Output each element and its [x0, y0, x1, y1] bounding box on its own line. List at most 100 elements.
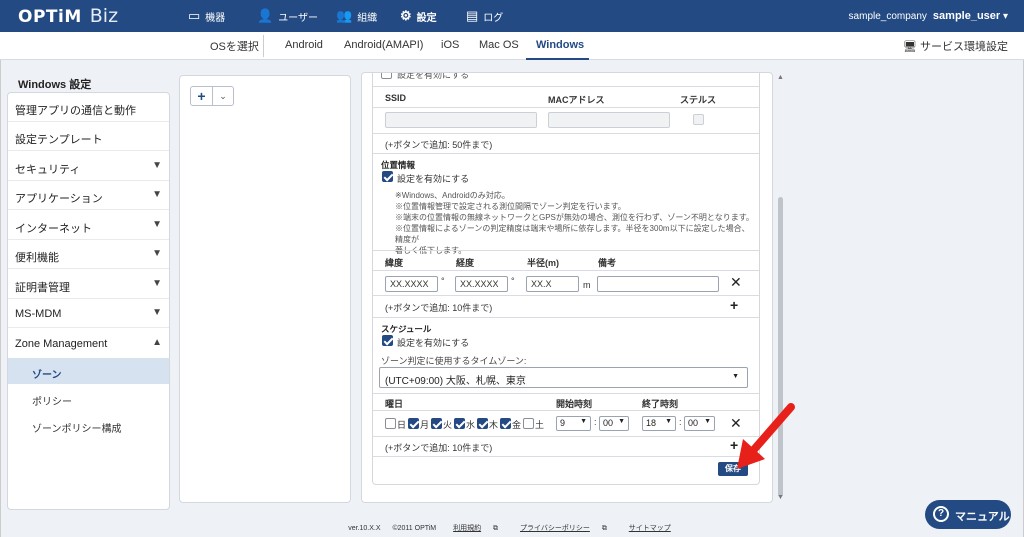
sidebar-subitem-zone-policy[interactable]: ゾーンポリシー構成 [8, 412, 169, 438]
latitude-header: 緯度 [385, 258, 404, 268]
schedule-section-title: スケジュール [381, 324, 432, 334]
os-tab-bar: OSを選択 Android Android(AMAPI) iOS Mac OS … [0, 32, 1024, 60]
user-icon: 👤 [257, 8, 274, 23]
sidebar-item-internet[interactable]: インターネット ▼ [8, 211, 169, 240]
day-friday-checkbox[interactable] [500, 418, 511, 429]
chevron-down-icon: ▼ [152, 160, 162, 171]
sidebar-item-ms-mdm[interactable]: MS-MDM ▼ [8, 299, 169, 328]
sidebar-item-template[interactable]: 設定テンプレート [8, 122, 169, 151]
timezone-select[interactable]: (UTC+09:00) 大阪、札幌、東京 ▼ [379, 367, 748, 388]
close-icon[interactable]: ✕ [730, 274, 742, 291]
latitude-input[interactable]: XX.XXXX [385, 276, 438, 292]
tab-windows[interactable]: Windows [536, 39, 584, 51]
sidebar-item-security[interactable]: セキュリティ ▼ [8, 152, 169, 181]
stealth-header: ステルス [680, 95, 717, 105]
radius-input[interactable]: XX.X [526, 276, 579, 292]
scroll-up-arrow-icon[interactable]: ▲ [777, 74, 784, 81]
divider [373, 270, 759, 271]
help-icon: ? [933, 506, 949, 522]
start-minute-select[interactable]: 00 ▼ [599, 416, 629, 431]
divider [373, 393, 759, 394]
scroll-down-arrow-icon[interactable]: ▼ [777, 494, 784, 501]
footer-terms-link[interactable]: 利用規約 ⧉ [448, 525, 503, 532]
device-icon: ▭ [188, 8, 201, 23]
nav-logs[interactable]: ▤ ログ [466, 0, 503, 32]
log-icon: ▤ [466, 8, 479, 23]
chevron-down-icon: ▼ [580, 418, 587, 425]
start-hour-select[interactable]: 9 ▼ [556, 416, 591, 431]
sidebar-title: Windows 設定 [18, 79, 92, 91]
divider [373, 436, 759, 437]
chevron-down-icon: ▼ [665, 418, 672, 425]
day-thursday-checkbox[interactable] [477, 418, 488, 429]
nav-users[interactable]: 👤 ユーザー [257, 0, 318, 32]
day-tuesday-checkbox[interactable] [431, 418, 442, 429]
chevron-down-icon: ▼ [152, 307, 162, 318]
end-minute-select[interactable]: 00 ▼ [684, 416, 715, 431]
sidebar-subitem-policy[interactable]: ポリシー [8, 385, 169, 411]
mac-header: MACアドレス [548, 95, 605, 105]
footer-privacy-link[interactable]: プライバシーポリシー ⧉ [515, 525, 612, 532]
day-saturday-checkbox[interactable] [523, 418, 534, 429]
tab-ios[interactable]: iOS [441, 39, 459, 51]
longitude-header: 経度 [456, 258, 475, 268]
divider [373, 295, 759, 296]
sidebar-item-zone-management[interactable]: Zone Management ▲ [8, 329, 169, 358]
monitor-icon: 🖥 [902, 41, 917, 53]
start-time-header: 開始時刻 [556, 399, 593, 409]
organization-icon: 👥 [336, 8, 353, 23]
day-monday-checkbox[interactable] [408, 418, 419, 429]
chevron-down-icon: ▼ [152, 248, 162, 259]
ssid-input[interactable] [385, 112, 537, 128]
chevron-down-icon: ▼ [152, 278, 162, 289]
remarks-input[interactable] [597, 276, 719, 292]
ssid-header: SSID [385, 93, 407, 103]
location-notes: ※Windows、Androidのみ対応。 ※位置情報管理で設定される測位間隔で… [395, 191, 754, 255]
location-add-hint: (+ボタンで追加: 10件まで) [385, 303, 493, 313]
plus-icon[interactable]: + [191, 87, 213, 105]
sidebar-item-applications[interactable]: アプリケーション ▼ [8, 181, 169, 210]
divider [373, 153, 759, 154]
chevron-down-icon: ▼ [152, 189, 162, 200]
timezone-label: ゾーン判定に使用するタイムゾーン: [381, 356, 527, 366]
tab-macos[interactable]: Mac OS [479, 39, 519, 51]
schedule-add-hint: (+ボタンで追加: 10件まで) [385, 443, 493, 453]
remarks-header: 備考 [598, 258, 617, 268]
service-settings-link[interactable]: 🖥 サービス環境設定 [903, 38, 1008, 54]
stealth-checkbox[interactable] [693, 114, 704, 125]
location-section-title: 位置情報 [381, 160, 416, 170]
ssid-add-hint: (+ボタンで追加: 50件まで) [385, 140, 493, 150]
wifi-enable-checkbox[interactable] [381, 73, 392, 79]
longitude-input[interactable]: XX.XXXX [455, 276, 508, 292]
nav-settings[interactable]: ⚙ 設定 [400, 0, 437, 32]
sidebar-item-communication[interactable]: 管理アプリの通信と動作 [8, 93, 169, 122]
chevron-down-icon: ▼ [732, 373, 739, 380]
gear-icon: ⚙ [400, 8, 412, 23]
radius-header: 半径(m) [527, 258, 559, 268]
divider [373, 410, 759, 411]
chevron-down-icon: ▾ [1002, 11, 1008, 22]
footer-sitemap-link[interactable]: サイトマップ [624, 525, 676, 532]
end-hour-select[interactable]: 18 ▼ [642, 416, 676, 431]
optim-biz-logo[interactable]: OPTiM Biz [18, 5, 118, 27]
nav-devices[interactable]: ▭ 機器 [188, 0, 225, 32]
sidebar-item-certificates[interactable]: 証明書管理 ▼ [8, 270, 169, 299]
tab-android-amapi[interactable]: Android(AMAPI) [344, 39, 423, 51]
tab-android[interactable]: Android [285, 39, 323, 51]
user-menu[interactable]: sample_company sample_user ▾ [849, 10, 1008, 22]
end-time-header: 終了時刻 [642, 399, 679, 409]
location-enable-checkbox[interactable] [382, 171, 393, 182]
add-zone-button[interactable]: + ⌄ [190, 86, 234, 106]
day-sunday-checkbox[interactable] [385, 418, 396, 429]
mac-address-input[interactable] [548, 112, 670, 128]
schedule-enable-checkbox[interactable] [382, 335, 393, 346]
chevron-down-icon[interactable]: ⌄ [213, 87, 233, 105]
manual-button[interactable]: ? マニュアル [925, 500, 1011, 529]
top-navigation-bar: OPTiM Biz ▭ 機器 👤 ユーザー 👥 組織 ⚙ 設定 ▤ ログ sample_co… [0, 0, 1024, 32]
nav-organization[interactable]: 👥 組織 [336, 0, 377, 32]
day-wednesday-checkbox[interactable] [454, 418, 465, 429]
add-location-plus-icon[interactable]: + [730, 297, 738, 313]
sidebar-subitem-zone[interactable]: ゾーン [8, 358, 169, 384]
active-tab-indicator [526, 58, 589, 60]
sidebar-item-convenience[interactable]: 便利機能 ▼ [8, 240, 169, 269]
